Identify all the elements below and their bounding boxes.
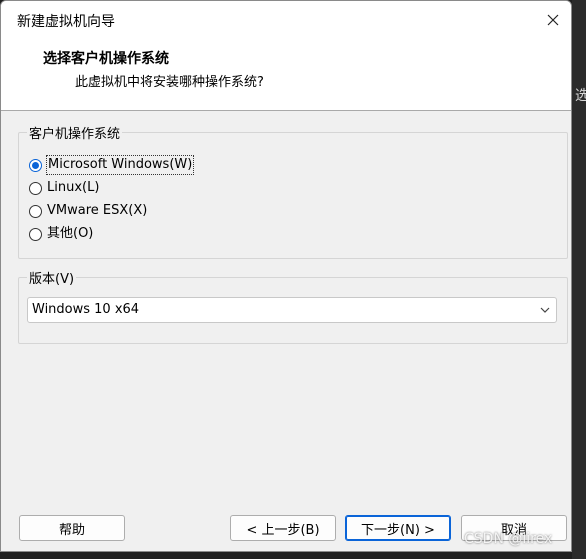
page-subtitle: 此虚拟机中将安装哪种操作系统?	[75, 75, 264, 90]
guest-os-group: 客户机操作系统	[18, 123, 568, 259]
watermark-text: CSDN @lirex	[464, 531, 553, 547]
radio-label: Linux(L)	[47, 180, 100, 195]
close-button[interactable]	[539, 6, 567, 34]
radio-microsoft-windows[interactable]: Microsoft Windows(W)	[29, 155, 195, 175]
chevron-down-icon	[540, 307, 550, 313]
radio-button-checked[interactable]	[29, 158, 42, 172]
help-button[interactable]: 帮助	[19, 515, 125, 541]
page-title: 选择客户机操作系统	[43, 51, 169, 67]
radio-other[interactable]: 其他(O)	[29, 225, 93, 243]
radio-label: Microsoft Windows(W)	[45, 155, 195, 175]
version-select-value: Windows 10 x64	[32, 302, 140, 317]
version-group-label: 版本(V)	[27, 268, 77, 287]
window-title: 新建虚拟机向导	[17, 14, 115, 30]
new-vm-wizard-dialog: 新建虚拟机向导 选择客户机操作系统 此虚拟机中将安装哪种操作系统? 客户机操作系…	[0, 0, 572, 552]
title-bar: 新建虚拟机向导	[1, 1, 571, 39]
radio-linux[interactable]: Linux(L)	[29, 179, 99, 197]
wizard-header: 选择客户机操作系统 此虚拟机中将安装哪种操作系统?	[1, 39, 571, 111]
background-window-text: 选	[575, 88, 586, 104]
version-select[interactable]: Windows 10 x64	[27, 297, 557, 323]
back-button[interactable]: < 上一步(B)	[230, 515, 336, 541]
radio-label: VMware ESX(X)	[47, 203, 148, 218]
radio-button[interactable]	[29, 181, 42, 195]
radio-button[interactable]	[29, 204, 42, 218]
close-icon	[547, 14, 559, 26]
next-button[interactable]: 下一步(N) >	[345, 515, 451, 541]
radio-vmware-esx[interactable]: VMware ESX(X)	[29, 202, 147, 220]
radio-button[interactable]	[29, 227, 42, 241]
guest-os-group-label: 客户机操作系统	[27, 123, 123, 142]
background-window-edge	[572, 0, 586, 559]
radio-label: 其他(O)	[47, 226, 94, 241]
